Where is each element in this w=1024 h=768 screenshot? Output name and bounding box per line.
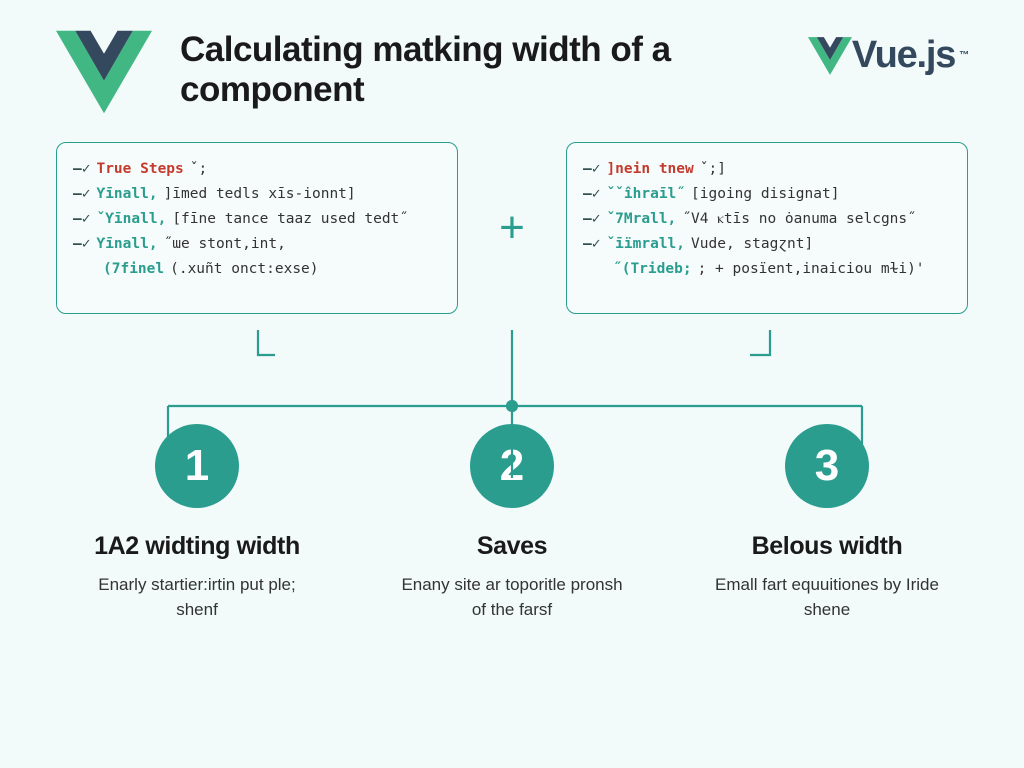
code-keyword: ˇˇîhraīl˝ <box>606 182 685 207</box>
step-3: 3 Belous width Emall fart equuitiones by… <box>692 424 962 622</box>
code-line: —✓ ˇ7Mrall, ˝V4 ⲕtīs no ȯanuma selcgns˝ <box>583 207 951 232</box>
code-keyword: (7finel <box>103 257 164 282</box>
code-keyword: ˇƳīnall, <box>96 207 166 232</box>
tick-icon: —✓ <box>73 182 90 207</box>
code-line: —✓ ˇˇîhraīl˝ [igoing disignat] <box>583 182 951 207</box>
code-line: —✓ Ƴīnall, ]īmed tedls xīs-ionnt] <box>73 182 441 207</box>
code-keyword: ]nein tnew <box>606 157 693 182</box>
brand-tm: ™ <box>959 50 968 61</box>
step-title: Belous width <box>752 532 903 561</box>
code-line: —✓ ]nein tnew ˇ;] <box>583 157 951 182</box>
code-keyword: ˇīïmrall, <box>606 232 685 257</box>
step-title: Saves <box>477 532 547 561</box>
step-desc: Emall fart equuitiones by Iride shene <box>707 573 947 622</box>
code-line: (7finel (.xuñt onct:exse) <box>73 257 441 282</box>
code-text: Vude, stagɀnt] <box>691 232 813 257</box>
step-number-badge: 1 <box>155 424 239 508</box>
tick-icon: —✓ <box>73 232 90 257</box>
code-text: [igoing disignat] <box>691 182 839 207</box>
code-text: ; + posïent,inaiciou mɫi)' <box>698 257 925 282</box>
tick-icon: —✓ <box>583 207 600 232</box>
vue-logo-small-icon <box>808 36 852 76</box>
code-keyword: ˝(Trideb; <box>613 257 692 282</box>
step-2: 2 Saves Enany site ar toporitle pronsh o… <box>377 424 647 622</box>
step-1: 1 1A2 widting width Enarly startier:irti… <box>62 424 332 622</box>
code-text: ˝ɯe stont,int, <box>164 232 286 257</box>
code-text: ˇ;] <box>700 157 726 182</box>
step-title: 1A2 widting width <box>94 532 300 561</box>
step-desc: Enany site ar toporitle pronsh of the fa… <box>392 573 632 622</box>
code-text: ˝V4 ⲕtīs no ȯanuma selcgns˝ <box>682 207 916 232</box>
steps-row: 1 1A2 widting width Enarly startier:irti… <box>0 424 1024 622</box>
code-line: —✓ True Steps ˇ; <box>73 157 441 182</box>
code-keyword: True Steps <box>96 157 183 182</box>
code-line: ˝(Trideb; ; + posïent,inaiciou mɫi)' <box>583 257 951 282</box>
code-text: (.xuñt onct:exse) <box>170 257 318 282</box>
code-keyword: Ƴīnall, <box>96 182 157 207</box>
tick-icon: —✓ <box>73 157 90 182</box>
header: Calculating matking width of a component… <box>0 0 1024 114</box>
code-line: —✓ ˇƳīnall, [fīne tance taaz used tedt˝ <box>73 207 441 232</box>
plus-icon: + <box>499 206 525 250</box>
tick-icon: —✓ <box>583 157 600 182</box>
code-text: [fīne tance taaz used tedt˝ <box>172 207 408 232</box>
code-keyword: ˇ7Mrall, <box>606 207 676 232</box>
tick-icon: —✓ <box>583 232 600 257</box>
code-text: ]īmed tedls xīs-ionnt] <box>164 182 356 207</box>
code-line: —✓ Ƴīnall, ˝ɯe stont,int, <box>73 232 441 257</box>
vue-logo-icon <box>56 30 152 114</box>
code-keyword: Ƴīnall, <box>96 232 157 257</box>
tick-icon: —✓ <box>583 182 600 207</box>
page-title: Calculating matking width of a component <box>180 30 700 111</box>
vue-wordmark: Vue.js ™ <box>808 30 968 77</box>
code-text: ˇ; <box>190 157 207 182</box>
brand-text: Vue.js <box>852 34 955 77</box>
code-panels-row: —✓ True Steps ˇ; —✓ Ƴīnall, ]īmed tedls … <box>0 114 1024 314</box>
code-panel-right: —✓ ]nein tnew ˇ;] —✓ ˇˇîhraīl˝ [igoing d… <box>566 142 968 314</box>
code-panel-left: —✓ True Steps ˇ; —✓ Ƴīnall, ]īmed tedls … <box>56 142 458 314</box>
step-number-badge: 3 <box>785 424 869 508</box>
tick-icon: —✓ <box>73 207 90 232</box>
code-line: —✓ ˇīïmrall, Vude, stagɀnt] <box>583 232 951 257</box>
step-desc: Enarly startier:irtin put ple; shenf <box>77 573 317 622</box>
step-number-badge: 2 <box>470 424 554 508</box>
